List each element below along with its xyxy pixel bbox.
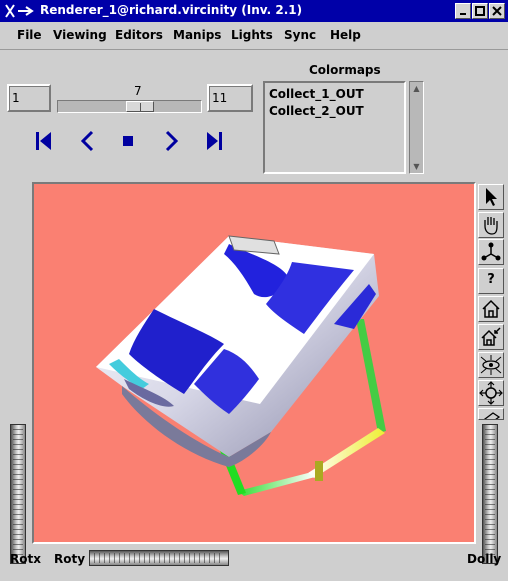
help-button[interactable]: ? (478, 268, 504, 294)
window-title: Renderer_1@richard.vircinity (Inv. 2.1) (40, 3, 303, 17)
colormaps-scrollbar[interactable]: ▲ ▼ (409, 81, 424, 174)
reverse-button[interactable] (75, 128, 101, 154)
window-menu-icon[interactable] (4, 3, 34, 19)
seek-icon (479, 381, 503, 405)
perspective-button[interactable] (478, 408, 504, 420)
maximize-icon (475, 6, 485, 16)
menu-viewing[interactable]: Viewing (53, 28, 107, 42)
dolly-wheel[interactable] (482, 424, 498, 564)
scroll-down-icon[interactable]: ▼ (411, 161, 422, 172)
timestep-slider-thumb[interactable] (126, 101, 154, 112)
menu-bar: File Viewing Editors Manips Lights Sync … (0, 22, 508, 50)
menu-lights[interactable]: Lights (231, 28, 273, 42)
roty-wheel[interactable] (89, 550, 229, 566)
menu-manips[interactable]: Manips (173, 28, 221, 42)
roty-label: Roty (54, 552, 86, 566)
axes-icon (481, 242, 501, 261)
title-bar[interactable]: Renderer_1@richard.vircinity (Inv. 2.1) (0, 0, 508, 22)
render-area[interactable] (34, 184, 474, 542)
rendered-scene (96, 235, 386, 496)
timestep-slider[interactable] (57, 100, 202, 113)
close-icon (492, 6, 502, 16)
close-button[interactable] (489, 3, 505, 19)
view-button[interactable] (478, 212, 504, 238)
stop-icon (123, 136, 133, 146)
step-back-icon (36, 132, 51, 150)
timestep-max-field[interactable]: 11 (207, 84, 253, 112)
colormap-item[interactable]: Collect_1_OUT (269, 87, 400, 104)
help-icon: ? (487, 272, 495, 287)
menu-help[interactable]: Help (330, 28, 361, 42)
reverse-icon (80, 130, 94, 152)
menu-editors[interactable]: Editors (115, 28, 163, 42)
minimize-icon (460, 13, 466, 15)
home-icon (482, 299, 500, 318)
axes-button[interactable] (478, 239, 504, 265)
pick-button[interactable] (478, 184, 504, 210)
seek-button[interactable] (478, 380, 504, 406)
tray-model (96, 235, 379, 467)
timestep-current-value: 7 (134, 84, 142, 98)
forward-button[interactable] (158, 128, 184, 154)
menu-file[interactable]: File (17, 28, 42, 42)
set-home-icon (481, 327, 501, 346)
timestep-min-field[interactable]: 1 (7, 84, 51, 112)
hand-icon (484, 217, 498, 235)
step-forward-button[interactable] (201, 128, 227, 154)
forward-icon (165, 130, 179, 152)
maximize-button[interactable] (472, 3, 488, 19)
stop-button[interactable] (115, 128, 141, 154)
menu-sync[interactable]: Sync (284, 28, 316, 42)
step-forward-icon (207, 132, 222, 150)
perspective-icon (483, 412, 501, 419)
scroll-up-icon[interactable]: ▲ (411, 83, 422, 94)
home-button[interactable] (478, 296, 504, 322)
viewer-frame (32, 182, 476, 544)
view-all-button[interactable] (478, 352, 504, 378)
view-all-icon (480, 355, 502, 375)
colormap-item[interactable]: Collect_2_OUT (269, 104, 400, 121)
pick-arrow-icon (486, 188, 497, 206)
step-back-button[interactable] (31, 128, 57, 154)
dolly-label: Dolly (467, 552, 502, 566)
rotx-wheel[interactable] (10, 424, 26, 564)
colormaps-label: Colormaps (309, 63, 381, 77)
colormaps-list[interactable]: Collect_1_OUT Collect_2_OUT (263, 81, 406, 174)
rotx-label: Rotx (10, 552, 41, 566)
minimize-button[interactable] (455, 3, 471, 19)
set-home-button[interactable] (478, 324, 504, 350)
